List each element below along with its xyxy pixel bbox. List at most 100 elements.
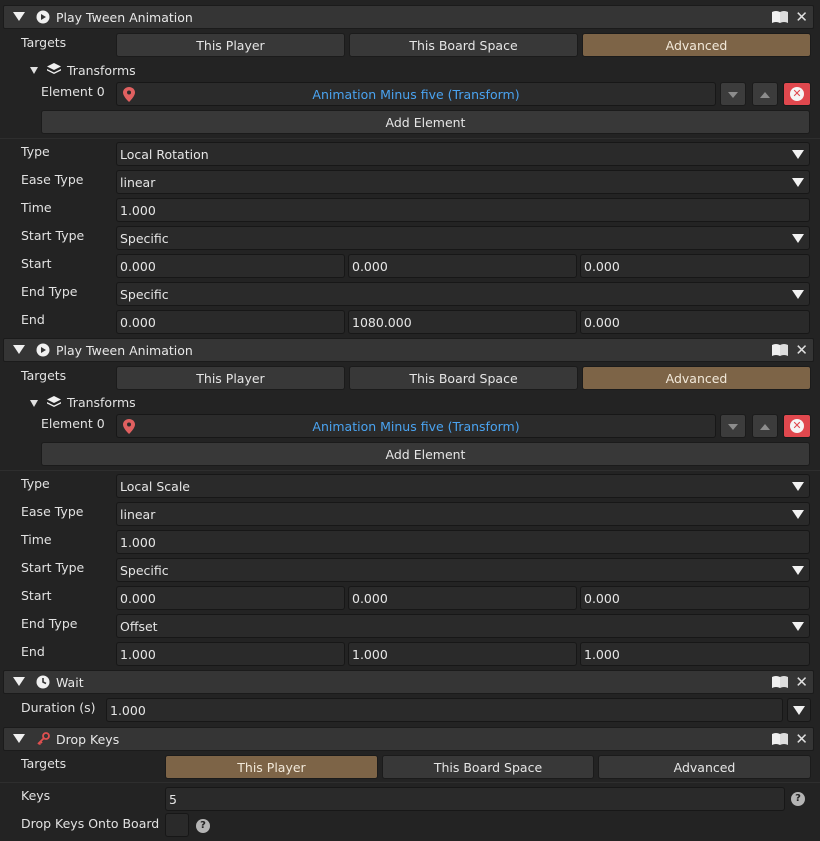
close-icon[interactable]: ✕ [795, 673, 808, 691]
move-down-button[interactable] [720, 414, 746, 438]
collapse-arrow-icon[interactable] [13, 12, 25, 21]
help-icon[interactable]: ? [196, 819, 210, 833]
dropdown-arrow-icon [792, 622, 804, 631]
tab-advanced[interactable]: Advanced [582, 366, 811, 390]
time-label: Time [21, 532, 52, 547]
location-pin-icon [123, 419, 135, 434]
collapse-arrow-icon[interactable] [13, 734, 25, 743]
close-icon[interactable]: ✕ [795, 8, 808, 26]
ease-type-dropdown[interactable]: linear [116, 170, 810, 194]
end-x-input[interactable]: 1.000 [116, 642, 345, 666]
expand-arrow-icon[interactable] [30, 67, 38, 74]
end-y-input[interactable]: 1080.000 [348, 310, 577, 334]
element-object-field[interactable]: Animation Minus five (Transform) [116, 414, 716, 438]
end-x-input[interactable]: 0.000 [116, 310, 345, 334]
dropdown-arrow-icon [792, 290, 804, 299]
collapse-arrow-icon[interactable] [13, 677, 25, 686]
dropdown-arrow-icon [793, 706, 805, 715]
start-z-input[interactable]: 0.000 [580, 254, 810, 278]
book-icon[interactable] [771, 343, 789, 357]
start-type-value: Specific [120, 563, 169, 578]
time-label: Time [21, 200, 52, 215]
book-icon[interactable] [771, 732, 789, 746]
book-icon[interactable] [771, 675, 789, 689]
delete-element-button[interactable]: ✕ [783, 414, 811, 438]
tab-this-board-space[interactable]: This Board Space [349, 366, 578, 390]
book-icon[interactable] [771, 10, 789, 24]
close-icon[interactable]: ✕ [795, 730, 808, 748]
layers-icon [47, 63, 61, 74]
ease-type-dropdown[interactable]: linear [116, 502, 810, 526]
drop-keys-header[interactable]: Drop Keys ✕ [3, 727, 814, 751]
move-down-button[interactable] [720, 82, 746, 106]
add-element-button[interactable]: Add Element [41, 110, 810, 134]
start-type-dropdown[interactable]: Specific [116, 226, 810, 250]
tab-this-player[interactable]: This Player [165, 755, 378, 779]
play-tween-header-2[interactable]: Play Tween Animation ✕ [3, 338, 814, 362]
end-type-dropdown[interactable]: Offset [116, 614, 810, 638]
end-y-input[interactable]: 1.000 [348, 642, 577, 666]
end-type-label: End Type [21, 616, 78, 631]
tab-this-player[interactable]: This Player [116, 33, 345, 57]
divider [0, 470, 820, 471]
start-type-dropdown[interactable]: Specific [116, 558, 810, 582]
type-label: Type [21, 144, 50, 159]
collapse-arrow-icon[interactable] [13, 345, 25, 354]
end-type-dropdown[interactable]: Specific [116, 282, 810, 306]
move-up-button[interactable] [752, 82, 778, 106]
end-type-value: Specific [120, 287, 169, 302]
transforms-label: Transforms [67, 63, 136, 78]
tab-advanced[interactable]: Advanced [582, 33, 811, 57]
tab-advanced[interactable]: Advanced [598, 755, 811, 779]
tab-this-player[interactable]: This Player [116, 366, 345, 390]
drop-keys-onto-board-checkbox[interactable] [165, 813, 189, 837]
keys-input[interactable]: 5 [165, 787, 785, 811]
location-pin-icon [123, 87, 135, 102]
play-circle-icon [36, 343, 50, 357]
element-label: Element 0 [41, 84, 105, 99]
chevron-down-icon [728, 424, 738, 430]
duration-label: Duration (s) [21, 700, 96, 715]
transforms-label: Transforms [67, 395, 136, 410]
start-y-input[interactable]: 0.000 [348, 586, 577, 610]
start-z-input[interactable]: 0.000 [580, 586, 810, 610]
type-dropdown[interactable]: Local Scale [116, 474, 810, 498]
element-object-field[interactable]: Animation Minus five (Transform) [116, 82, 716, 106]
type-dropdown[interactable]: Local Rotation [116, 142, 810, 166]
help-icon[interactable]: ? [791, 792, 805, 806]
end-z-input[interactable]: 0.000 [580, 310, 810, 334]
add-element-button[interactable]: Add Element [41, 442, 810, 466]
keys-label: Keys [21, 788, 51, 803]
type-label: Type [21, 476, 50, 491]
duration-dropdown-button[interactable] [787, 698, 811, 722]
time-input[interactable]: 1.000 [116, 530, 810, 554]
start-type-value: Specific [120, 231, 169, 246]
dropdown-arrow-icon [792, 566, 804, 575]
chevron-down-icon [728, 92, 738, 98]
close-icon[interactable]: ✕ [795, 341, 808, 359]
start-x-input[interactable]: 0.000 [116, 254, 345, 278]
tab-this-board-space[interactable]: This Board Space [382, 755, 594, 779]
start-label: Start [21, 256, 52, 271]
targets-label: Targets [21, 368, 67, 383]
expand-arrow-icon[interactable] [30, 400, 38, 407]
start-x-input[interactable]: 0.000 [116, 586, 345, 610]
start-y-input[interactable]: 0.000 [348, 254, 577, 278]
time-input[interactable]: 1.000 [116, 198, 810, 222]
delete-element-button[interactable]: ✕ [783, 82, 811, 106]
layers-icon [47, 396, 61, 407]
duration-input[interactable]: 1.000 [106, 698, 783, 722]
drop-keys-onto-board-label: Drop Keys Onto Board [21, 816, 160, 831]
targets-label: Targets [21, 35, 67, 50]
clock-icon [36, 675, 50, 689]
divider [0, 782, 820, 783]
move-up-button[interactable] [752, 414, 778, 438]
tab-this-board-space[interactable]: This Board Space [349, 33, 578, 57]
block-title: Play Tween Animation [56, 343, 193, 358]
play-tween-header-1[interactable]: Play Tween Animation ✕ [3, 5, 814, 29]
dropdown-arrow-icon [792, 234, 804, 243]
wait-header[interactable]: Wait ✕ [3, 670, 814, 694]
start-type-label: Start Type [21, 228, 85, 243]
type-value: Local Scale [120, 479, 191, 494]
end-z-input[interactable]: 1.000 [580, 642, 810, 666]
